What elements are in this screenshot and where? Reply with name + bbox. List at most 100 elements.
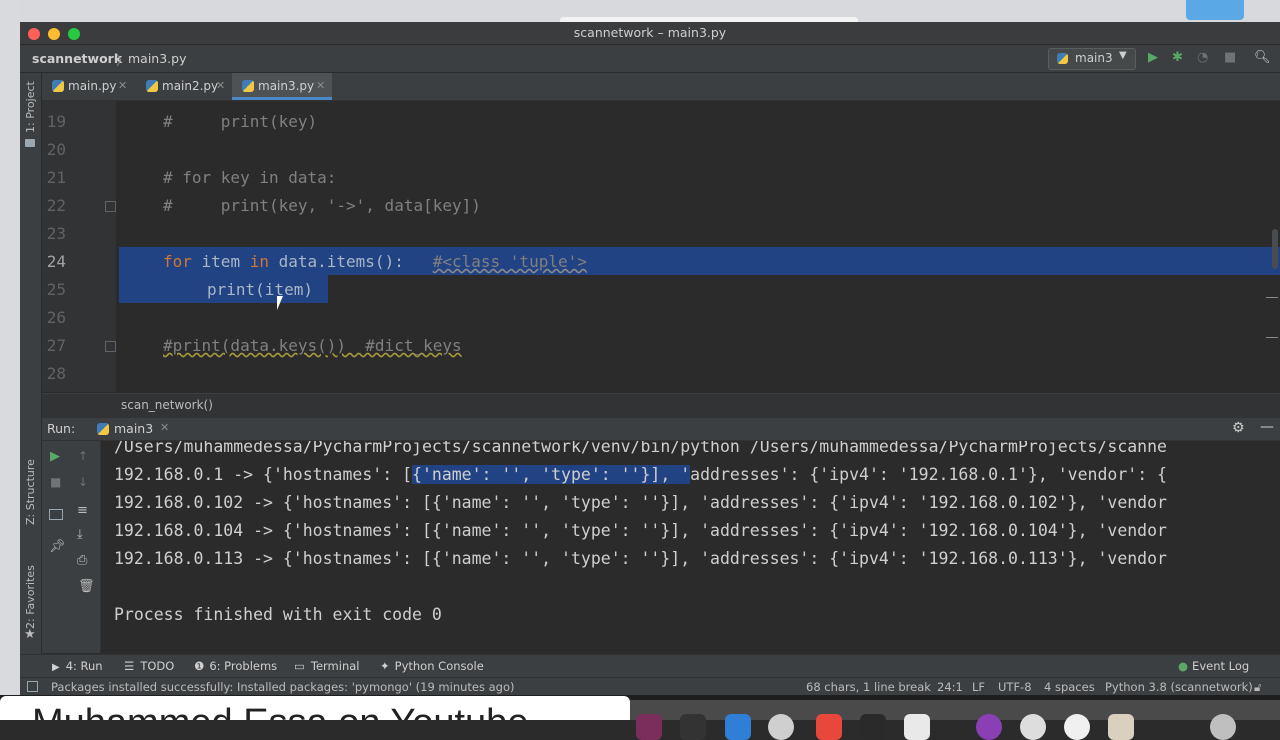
line-number: 27 [46, 336, 66, 355]
editor-scrollbar[interactable] [1272, 229, 1278, 269]
status-caret-position[interactable]: 24:1 [937, 680, 963, 694]
stop-icon[interactable]: ■ [1224, 50, 1236, 65]
status-line-separator[interactable]: LF [972, 680, 985, 694]
tab-main3-py[interactable]: main3.py ✕ [232, 73, 332, 100]
structure-tool-button[interactable]: Z: Structure [24, 459, 37, 525]
dock-app-icon[interactable] [636, 714, 662, 740]
fold-marker-icon[interactable] [105, 341, 116, 352]
console-line: Process finished with exit code 0 [114, 605, 442, 624]
search-icon[interactable]: 🔍︎ [1254, 50, 1271, 65]
status-indent[interactable]: 4 spaces [1044, 680, 1095, 694]
console-text: 192.168.0.1 -> {'hostnames': [ [114, 465, 413, 484]
debug-icon[interactable]: ✱ [1172, 50, 1183, 65]
print-icon[interactable]: ⎙ [77, 553, 87, 568]
line-number: 22 [46, 196, 66, 215]
terminal-toolwindow-button[interactable]: ▭ Terminal [294, 659, 359, 673]
tool-window-bar: ▶ 4: Run ☰ TODO ❶ 6: Problems ▭ Terminal ✦ Py… [20, 654, 1280, 677]
minimize-icon[interactable]: — [1260, 419, 1274, 435]
run-console[interactable]: /Users/muhammedessa/PycharmProjects/scan… [101, 441, 1280, 653]
run-tab-label: main3 [114, 421, 154, 436]
dock-app-icon[interactable] [1108, 714, 1134, 740]
list-icon: ☰ [124, 659, 135, 673]
status-message[interactable]: Packages installed successfully: Install… [51, 680, 515, 694]
status-encoding[interactable]: UTF-8 [998, 680, 1032, 694]
status-toggle-icon[interactable] [27, 681, 38, 692]
dock-app-icon[interactable] [1020, 714, 1046, 740]
close-icon[interactable]: ✕ [316, 79, 325, 92]
dock-app-icon[interactable] [816, 714, 842, 740]
console-line: 192.168.0.1 -> {'hostnames': [{'name': '… [114, 465, 1167, 484]
todo-toolwindow-button[interactable]: ☰ TODO [124, 659, 174, 673]
rerun-icon[interactable]: ▶ [50, 449, 60, 464]
code-line-selected: for item in data.items(): #<class 'tuple… [163, 252, 587, 271]
close-icon[interactable]: ✕ [216, 79, 225, 92]
favorites-tool-button[interactable]: 2: Favorites [24, 565, 37, 629]
channel-banner-text: Muhammed Essa on Youtube [32, 704, 528, 720]
breadcrumb-function[interactable]: scan_network() [121, 398, 213, 412]
code-text: data.items(): [268, 252, 433, 271]
project-tool-button[interactable]: 1: Project [24, 81, 37, 133]
layout-icon[interactable] [49, 509, 63, 520]
run-configuration-select[interactable]: main3 ▼ [1048, 48, 1136, 70]
dock-app-icon[interactable] [768, 714, 794, 740]
run-toolwindow-label: 4: Run [65, 659, 103, 673]
stop-icon[interactable]: ■ [50, 475, 61, 489]
problems-toolwindow-button[interactable]: ❶ 6: Problems [194, 659, 277, 673]
code-line: # print(key) [163, 112, 318, 131]
pin-icon[interactable]: 📌︎ [49, 539, 66, 554]
python-file-icon [52, 80, 64, 92]
tab-main-py[interactable]: main.py ✕ [42, 73, 136, 100]
close-icon[interactable]: ✕ [118, 79, 127, 92]
tab-label: main2.py [162, 79, 219, 93]
console-line: 192.168.0.102 -> {'hostnames': [{'name':… [114, 493, 1167, 512]
problems-label: 6: Problems [209, 659, 278, 673]
status-interpreter[interactable]: Python 3.8 (scannetwork) [1105, 680, 1253, 694]
console-line: /Users/muhammedessa/PycharmProjects/scan… [114, 441, 1167, 456]
editor-tabs: main.py ✕ main2.py ✕ main3.py ✕ [42, 73, 1280, 101]
scroll-to-end-icon[interactable]: ⤓ [77, 527, 83, 542]
event-log-toolwindow-button[interactable]: ● Event Log [1178, 659, 1249, 673]
run-tab-main3[interactable]: main3 ✕ [94, 418, 174, 440]
code-line: #print(data.keys()) #dict_keys [163, 336, 462, 355]
todo-label: TODO [140, 659, 175, 673]
console-line: 192.168.0.113 -> {'hostnames': [{'name':… [114, 549, 1167, 568]
code-breadcrumb: scan_network() [42, 393, 1280, 418]
run-icon[interactable]: ▶ [1148, 50, 1158, 65]
breadcrumb-project[interactable]: scannetwork [32, 51, 122, 66]
dock-app-icon[interactable] [904, 714, 930, 740]
run-with-coverage-icon[interactable]: ◔ [1197, 50, 1208, 65]
editor-gutter: 19 20 21 22 23 24 25 26 27 28 [42, 101, 116, 392]
terminal-label: Terminal [310, 659, 360, 673]
gear-icon[interactable]: ⚙ [1232, 420, 1245, 436]
desktop-edge [0, 0, 20, 720]
dock-app-icon[interactable] [1210, 714, 1236, 740]
dock-app-icon[interactable] [680, 714, 706, 740]
line-number: 21 [46, 168, 66, 187]
tab-label: main.py [68, 79, 117, 93]
dock-app-icon[interactable] [860, 714, 886, 740]
dock-app-icon[interactable] [976, 714, 1002, 740]
tab-main2-py[interactable]: main2.py ✕ [136, 73, 232, 100]
window-title: scannetwork – main3.py [573, 25, 727, 40]
arrow-up-icon[interactable]: ↑ [78, 449, 88, 463]
python-icon [97, 423, 109, 435]
arrow-down-icon[interactable]: ↓ [78, 475, 88, 489]
run-toolwindow-button[interactable]: ▶ 4: Run [52, 659, 103, 673]
code-editor[interactable]: # print(key) # for key in data: # print(… [116, 101, 1280, 392]
dock-app-icon[interactable] [1064, 714, 1090, 740]
scrollbar-marker [1266, 337, 1278, 338]
channel-banner: Muhammed Essa on Youtube [0, 696, 630, 720]
info-icon: ❶ [194, 659, 205, 673]
event-log-label: Event Log [1192, 659, 1250, 673]
fold-marker-icon[interactable] [105, 201, 116, 212]
python-console-toolwindow-button[interactable]: ✦ Python Console [380, 659, 484, 673]
chevron-down-icon: ▼ [1119, 50, 1127, 61]
code-line: # for key in data: [163, 168, 337, 187]
lock-icon[interactable]: 🔓︎ [1254, 680, 1261, 695]
trash-icon[interactable]: 🗑︎ [78, 579, 95, 594]
breadcrumb-file[interactable]: main3.py [128, 51, 187, 66]
close-icon[interactable]: ✕ [160, 421, 169, 434]
dock-app-icon[interactable] [725, 714, 751, 740]
soft-wrap-icon[interactable]: ≡ [77, 503, 88, 518]
python-file-icon [242, 80, 254, 92]
